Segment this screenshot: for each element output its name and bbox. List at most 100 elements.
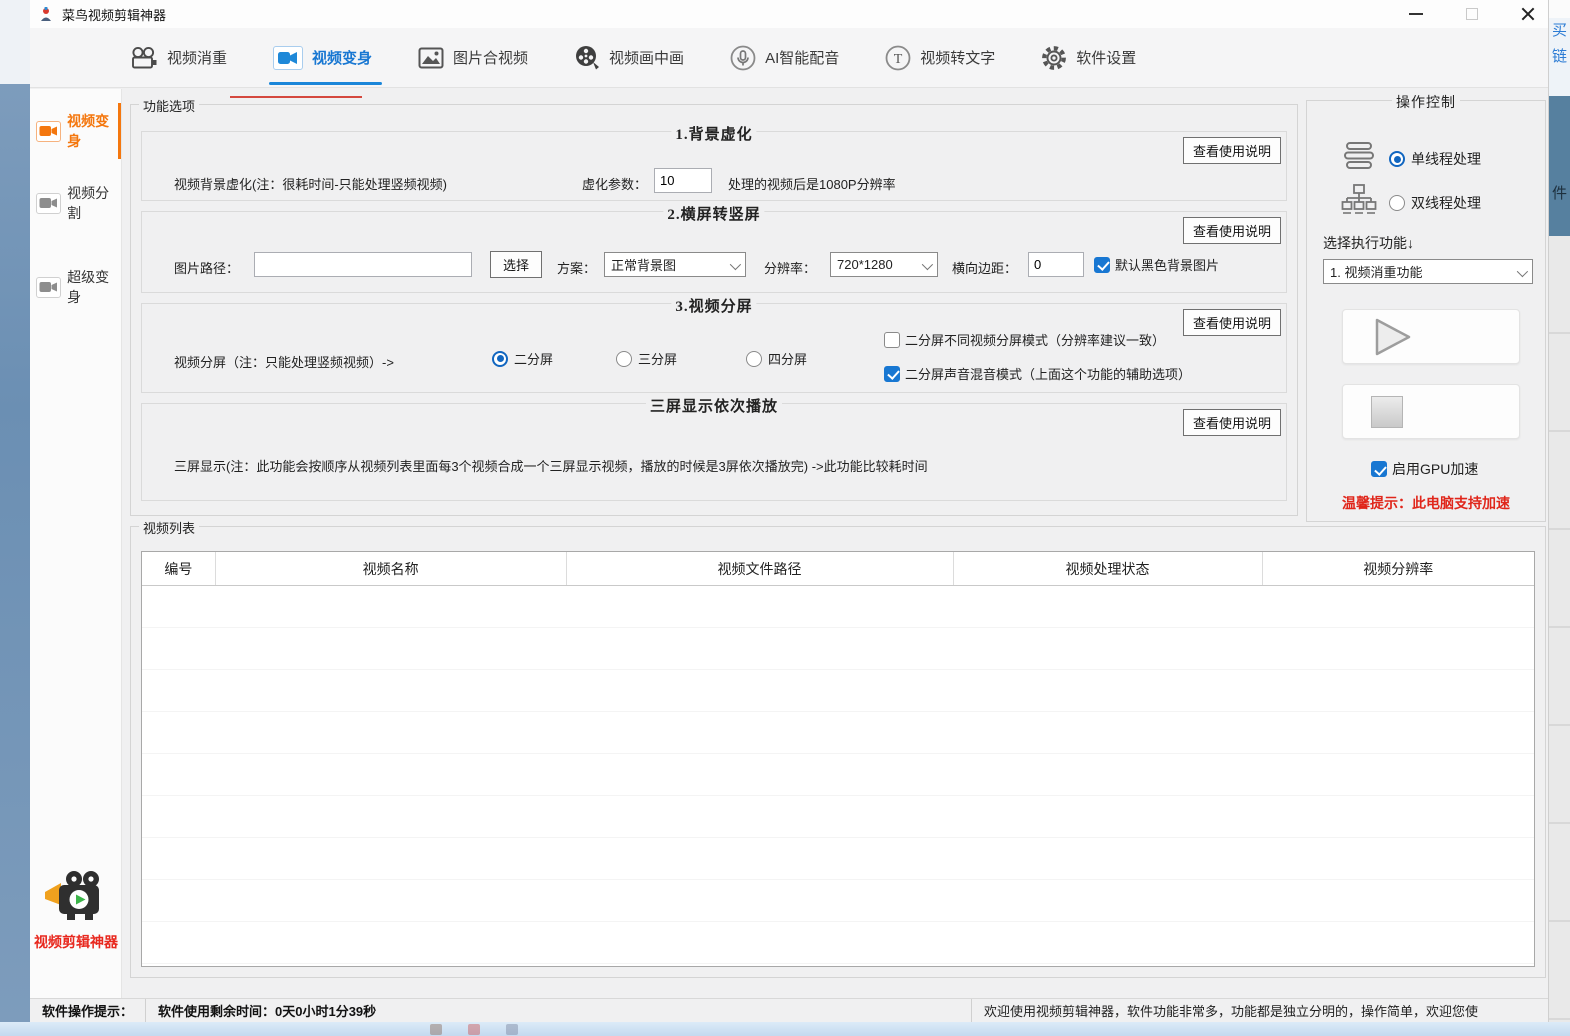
checkbox-label: 默认黑色背景图片 xyxy=(1115,255,1219,274)
radio-icon xyxy=(746,351,762,367)
radio-three-split[interactable]: 三分屏 xyxy=(616,349,677,368)
tab-label: 视频画中画 xyxy=(609,47,684,68)
tab-label: 视频变身 xyxy=(312,47,372,68)
choose-file-button[interactable]: 选择 xyxy=(490,251,542,278)
single-thread-radio[interactable]: 单线程处理 xyxy=(1389,149,1481,169)
section-title: 2.横屏转竖屏 xyxy=(663,203,764,224)
background-text-fragment: 件 xyxy=(1549,96,1570,236)
column-header-name[interactable]: 视频名称 xyxy=(216,552,567,585)
section-title: 三屏显示依次播放 xyxy=(646,395,782,416)
blur-description: 视频背景虚化(注：很耗时间-只能处理竖频视频) xyxy=(174,174,447,193)
text-t-icon: T xyxy=(885,45,911,71)
video-camera-icon xyxy=(36,277,61,298)
video-list-table: 编号 视频名称 视频文件路径 视频处理状态 视频分辨率 xyxy=(141,551,1535,967)
background-rows-fragment xyxy=(1549,236,1570,1022)
column-header-resolution[interactable]: 视频分辨率 xyxy=(1263,552,1534,585)
radio-four-split[interactable]: 四分屏 xyxy=(746,349,807,368)
minimize-button[interactable] xyxy=(1406,4,1426,24)
execute-function-select[interactable]: 1. 视频消重功能 xyxy=(1323,259,1533,284)
radio-icon xyxy=(616,351,632,367)
operation-control-panel: 操作控制 单线程处理 xyxy=(1306,100,1546,522)
section-triple-screen: 三屏显示依次播放 查看使用说明 三屏显示(注：此功能会按顺序从视频列表里面每3个… xyxy=(141,403,1287,501)
tab-label: 图片合视频 xyxy=(453,47,528,68)
image-path-input[interactable] xyxy=(254,252,472,277)
sidebar-item-label: 视频分割 xyxy=(67,183,121,223)
single-thread-icon xyxy=(1343,141,1375,171)
sidebar-item-super-transform[interactable]: 超级变身 xyxy=(30,257,121,317)
app-branding-caption: 视频剪辑神器 xyxy=(30,932,122,952)
section-title: 3.视频分屏 xyxy=(671,295,756,316)
sidebar-item-video-split[interactable]: 视频分割 xyxy=(30,173,121,233)
image-path-label: 图片路径： xyxy=(174,258,239,277)
tab-settings[interactable]: 软件设置 xyxy=(1041,28,1136,87)
sidebar-item-label: 超级变身 xyxy=(67,267,121,307)
close-button[interactable] xyxy=(1518,4,1538,24)
tab-label: 软件设置 xyxy=(1076,47,1136,68)
margin-input[interactable] xyxy=(1028,252,1084,277)
split-audio-mix-checkbox[interactable]: 二分屏声音混音模式（上面这个功能的辅助选项） xyxy=(884,364,1191,383)
radio-label: 四分屏 xyxy=(768,349,807,368)
resolution-value: 720*1280 xyxy=(837,257,893,272)
app-logo-icon xyxy=(38,6,54,22)
tab-video-transform[interactable]: 视频变身 xyxy=(273,28,372,87)
radio-selected-icon xyxy=(492,351,508,367)
table-body-empty[interactable] xyxy=(142,586,1534,966)
help-button[interactable]: 查看使用说明 xyxy=(1183,137,1281,164)
column-header-id[interactable]: 编号 xyxy=(142,552,216,585)
tab-ai-voiceover[interactable]: AI智能配音 xyxy=(730,28,839,87)
background-fragment xyxy=(1549,0,1570,18)
split-description: 视频分屏（注：只能处理竖频视频）-> xyxy=(174,352,394,371)
help-button[interactable]: 查看使用说明 xyxy=(1183,217,1281,244)
video-camera-icon xyxy=(36,193,61,214)
tab-label: AI智能配音 xyxy=(765,47,839,68)
checkbox-checked-icon xyxy=(1094,257,1110,273)
nav-tabbar: 视频消重 视频变身 图片合视频 xyxy=(30,28,1548,88)
start-button[interactable] xyxy=(1342,309,1520,364)
dual-thread-radio[interactable]: 双线程处理 xyxy=(1389,193,1481,213)
tab-picture-in-picture[interactable]: 视频画中画 xyxy=(574,28,684,87)
section-background-blur: 1.背景虚化 查看使用说明 视频背景虚化(注：很耗时间-只能处理竖频视频) 虚化… xyxy=(141,131,1287,201)
microphone-icon xyxy=(730,45,756,71)
gpu-acceleration-checkbox[interactable]: 启用GPU加速 xyxy=(1371,459,1478,479)
radio-label: 三分屏 xyxy=(638,349,677,368)
checkbox-label: 二分屏不同视频分屏模式（分辨率建议一致） xyxy=(905,330,1165,349)
function-select-label: 选择执行功能↓ xyxy=(1323,233,1414,253)
play-icon xyxy=(1371,315,1415,359)
tab-image-to-video[interactable]: 图片合视频 xyxy=(418,28,528,87)
blur-param-input[interactable] xyxy=(654,168,712,193)
taskbar-icon[interactable] xyxy=(506,1024,518,1035)
tab-video-to-text[interactable]: T 视频转文字 xyxy=(885,28,995,87)
triple-description: 三屏显示(注：此功能会按顺序从视频列表里面每3个视频合成一个三屏显示视频，播放的… xyxy=(174,456,928,475)
help-button[interactable]: 查看使用说明 xyxy=(1183,309,1281,336)
taskbar-icon[interactable] xyxy=(430,1024,442,1035)
radio-label: 单线程处理 xyxy=(1411,149,1481,169)
gear-icon xyxy=(1041,45,1067,71)
stop-button[interactable] xyxy=(1342,384,1520,439)
split-diff-video-checkbox[interactable]: 二分屏不同视频分屏模式（分辨率建议一致） xyxy=(884,330,1165,349)
resolution-select[interactable]: 720*1280 xyxy=(830,252,938,277)
video-editor-logo-icon xyxy=(43,868,109,926)
active-tab-red-indicator xyxy=(230,96,362,98)
stop-icon xyxy=(1371,396,1403,428)
panel-title: 功能选项 xyxy=(139,96,199,115)
scheme-label: 方案： xyxy=(557,258,596,277)
help-button[interactable]: 查看使用说明 xyxy=(1183,409,1281,436)
table-header-row: 编号 视频名称 视频文件路径 视频处理状态 视频分辨率 xyxy=(142,552,1534,586)
sidebar-item-video-transform[interactable]: 视频变身 xyxy=(30,101,121,161)
column-header-path[interactable]: 视频文件路径 xyxy=(567,552,954,585)
resolution-label: 分辨率： xyxy=(764,258,816,277)
window-controls xyxy=(1406,0,1538,28)
black-background-checkbox[interactable]: 默认黑色背景图片 xyxy=(1094,255,1219,274)
scheme-select[interactable]: 正常背景图 xyxy=(604,252,746,277)
background-window-strip: 买链 件 xyxy=(1548,0,1570,1022)
app-branding: 视频剪辑神器 xyxy=(30,868,122,952)
column-header-status[interactable]: 视频处理状态 xyxy=(954,552,1263,585)
tab-label: 视频消重 xyxy=(167,47,227,68)
taskbar-icon[interactable] xyxy=(468,1024,480,1035)
maximize-button[interactable] xyxy=(1462,4,1482,24)
app-window: 菜鸟视频剪辑神器 视频消重 xyxy=(30,0,1548,1022)
radio-two-split[interactable]: 二分屏 xyxy=(492,349,553,368)
section-landscape-to-portrait: 2.横屏转竖屏 查看使用说明 图片路径： 选择 方案： 正常背景图 分辨率： 7… xyxy=(141,211,1287,293)
video-list-title: 视频列表 xyxy=(139,518,199,537)
tab-video-dedup[interactable]: 视频消重 xyxy=(130,28,227,87)
